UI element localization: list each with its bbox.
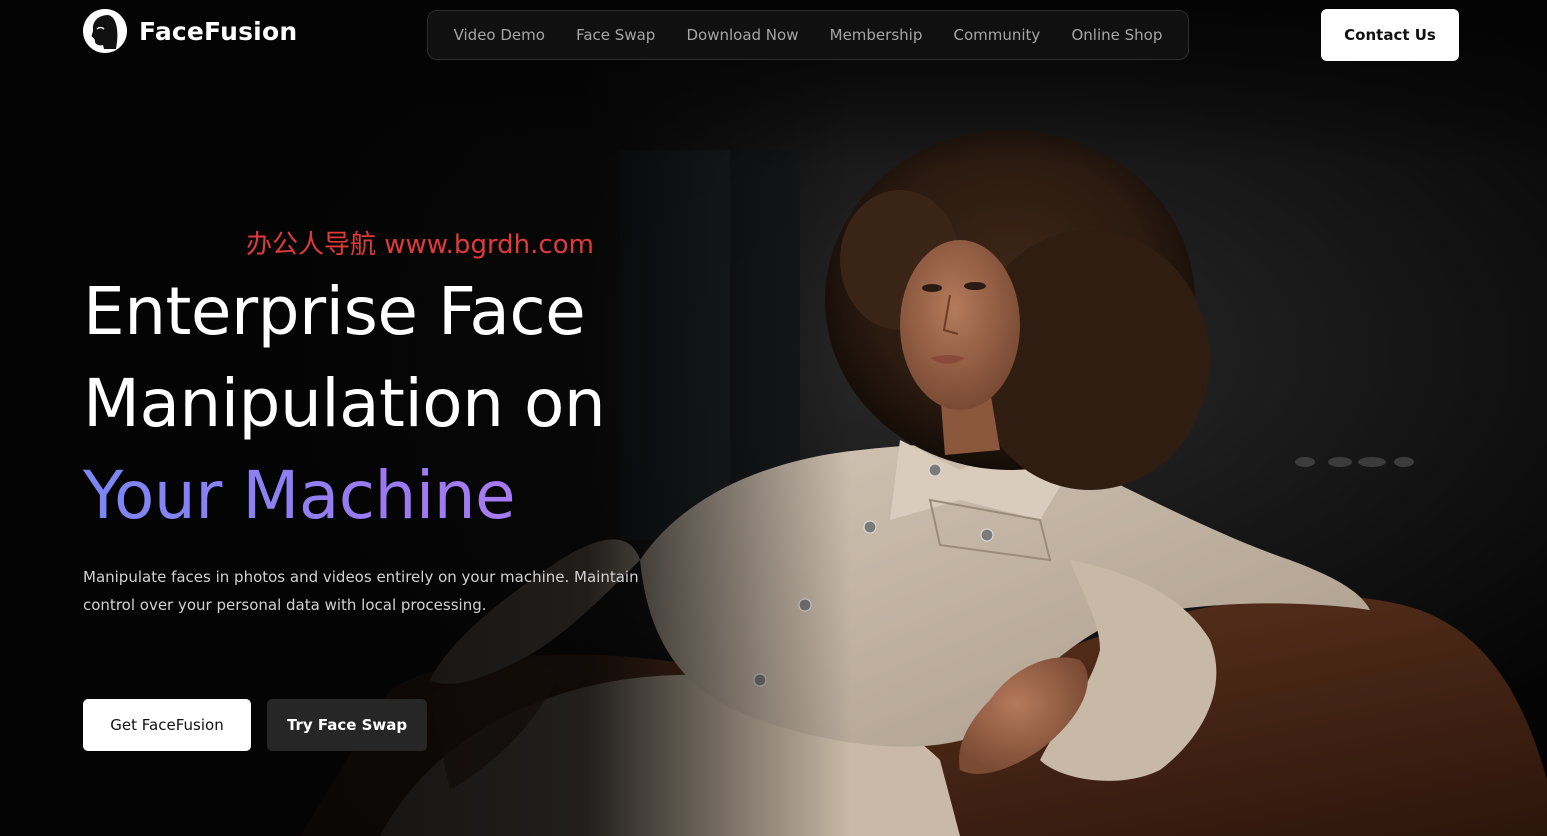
watermark-text: 办公人导航 www.bgrdh.com [246,230,594,260]
nav-item-download-now[interactable]: Download Now [686,26,798,44]
landing-page: FaceFusion Video Demo Face Swap Download… [0,0,1547,836]
nav-item-video-demo[interactable]: Video Demo [454,26,545,44]
nav-item-membership[interactable]: Membership [830,26,923,44]
try-face-swap-button[interactable]: Try Face Swap [267,699,427,751]
nav-item-community[interactable]: Community [954,26,1041,44]
hero-headline: Enterprise Face Manipulation on Your Mac… [83,266,606,542]
headline-accent: Your Machine [83,450,605,542]
headline-line-1: Enterprise Face [83,273,586,350]
hero-description: Manipulate faces in photos and videos en… [83,568,639,614]
contact-us-button[interactable]: Contact Us [1321,9,1459,61]
nav-item-face-swap[interactable]: Face Swap [576,26,655,44]
brand-name: FaceFusion [139,16,298,46]
get-facefusion-button[interactable]: Get FaceFusion [83,699,251,751]
headline-line-2: Manipulation on [83,365,606,442]
brand-logo[interactable]: FaceFusion [83,9,297,53]
nav-item-online-shop[interactable]: Online Shop [1071,26,1162,44]
main-nav: Video Demo Face Swap Download Now Member… [427,10,1189,60]
face-profile-icon [83,9,127,53]
